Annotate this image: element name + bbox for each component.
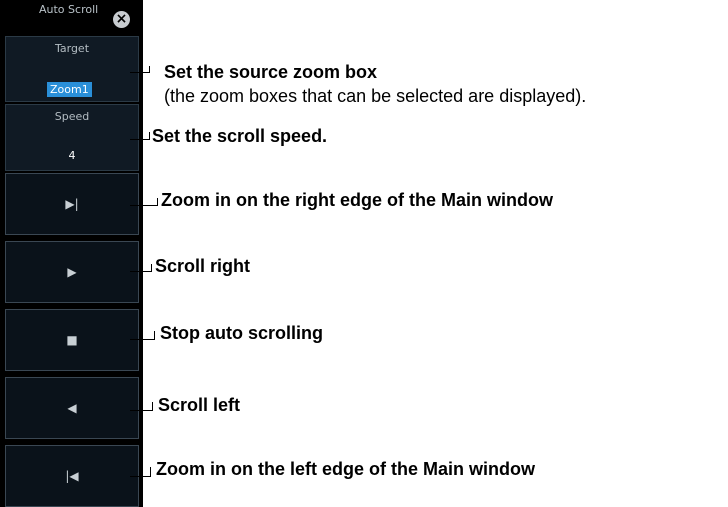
annotation-target-title: Set the source zoom box (164, 62, 378, 82)
annotation-stop: Stop auto scrolling (160, 323, 323, 343)
leader-tick (157, 198, 158, 206)
leader-line (130, 139, 149, 140)
annotation-right-edge: Zoom in on the right edge of the Main wi… (161, 190, 553, 210)
skip-to-start-icon: |◀ (65, 469, 79, 483)
annotation-scroll-right-text: Scroll right (155, 256, 251, 276)
close-icon[interactable]: × (113, 11, 130, 28)
annotation-scroll-left: Scroll left (158, 395, 240, 415)
play-right-icon: ▶ (67, 265, 77, 279)
target-value[interactable]: Zoom1 (47, 82, 92, 97)
leader-line (130, 476, 150, 477)
panel-title: Auto Scroll (39, 3, 99, 16)
leader-tick (149, 66, 150, 73)
stop-button[interactable]: ■ (5, 309, 139, 371)
leader-tick (152, 402, 153, 411)
leader-line (130, 72, 149, 73)
leader-line (130, 205, 157, 206)
speed-value[interactable]: 4 (6, 149, 138, 162)
play-left-icon: ◀ (67, 401, 77, 415)
target-field[interactable]: Target Zoom1 (5, 36, 139, 102)
leader-tick (149, 132, 150, 140)
leader-line (130, 410, 152, 411)
leader-tick (154, 331, 155, 340)
speed-label: Speed (54, 110, 90, 123)
auto-scroll-panel: Auto Scroll × Target Zoom1 Speed 4 ▶| ▶ … (0, 0, 143, 507)
annotation-speed: Set the scroll speed. (152, 126, 327, 146)
zoom-left-edge-button[interactable]: |◀ (5, 445, 139, 507)
annotation-target-note: (the zoom boxes that can be selected are… (164, 86, 587, 106)
scroll-right-button[interactable]: ▶ (5, 241, 139, 303)
scroll-left-button[interactable]: ◀ (5, 377, 139, 439)
annotation-right-edge-text: Zoom in on the right edge of the Main wi… (161, 190, 553, 210)
annotation-left-edge: Zoom in on the left edge of the Main win… (156, 459, 535, 479)
annotation-target: Set the source zoom box (164, 62, 377, 82)
annotation-stop-text: Stop auto scrolling (160, 323, 324, 343)
annotation-speed-text: Set the scroll speed. (152, 126, 328, 146)
skip-to-end-icon: ▶| (65, 197, 79, 211)
leader-tick (151, 264, 152, 272)
annotation-left-edge-text: Zoom in on the left edge of the Main win… (156, 459, 535, 479)
annotation-scroll-right: Scroll right (155, 256, 250, 276)
leader-tick (150, 467, 151, 477)
leader-line (130, 271, 151, 272)
leader-line (130, 339, 154, 340)
target-label: Target (54, 42, 90, 55)
zoom-right-edge-button[interactable]: ▶| (5, 173, 139, 235)
speed-field[interactable]: Speed 4 (5, 104, 139, 171)
annotation-scroll-left-text: Scroll left (158, 395, 241, 415)
stop-icon: ■ (66, 333, 78, 347)
